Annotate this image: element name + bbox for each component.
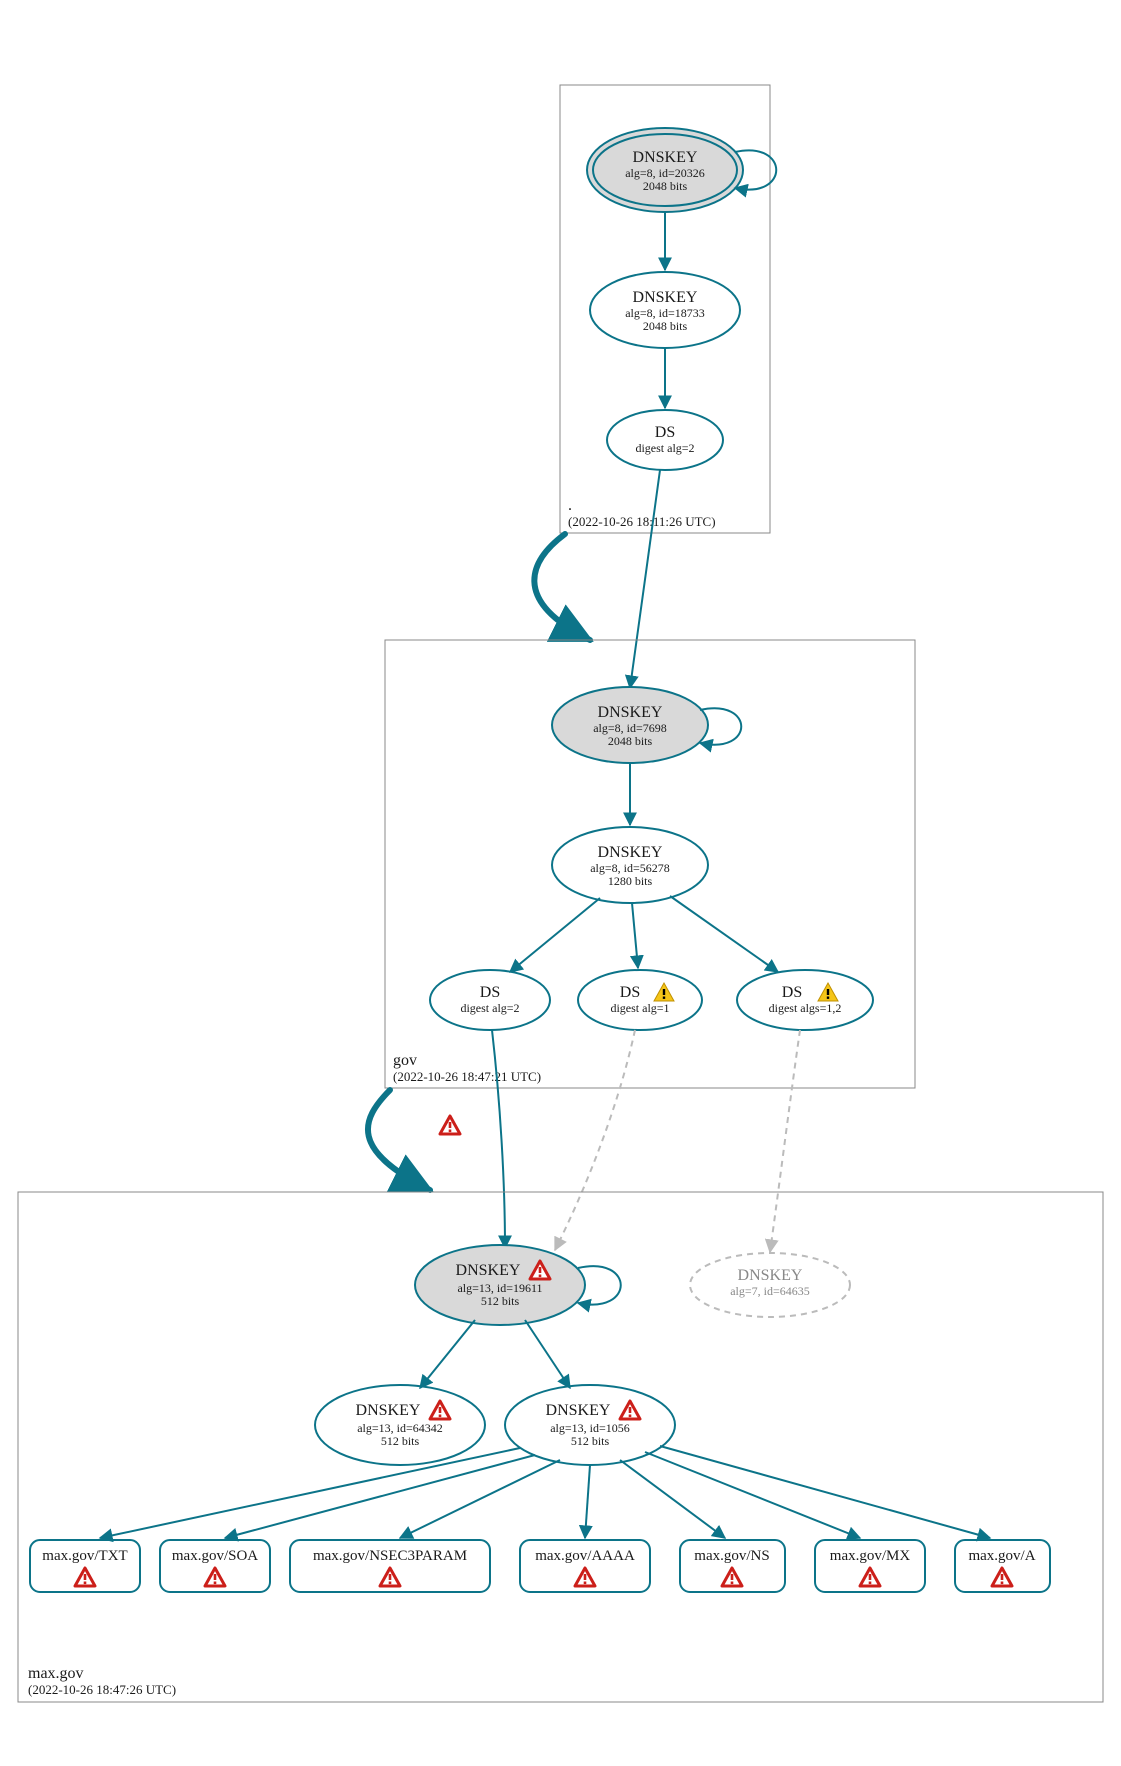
svg-text:2048 bits: 2048 bits (643, 179, 688, 193)
svg-text:DS: DS (620, 984, 640, 1001)
error-icon (440, 1116, 460, 1134)
svg-text:alg=13, id=64342: alg=13, id=64342 (357, 1421, 443, 1435)
record-txt[interactable]: max.gov/TXT (30, 1540, 140, 1592)
node-gov-ds1[interactable]: DS digest alg=2 (430, 970, 550, 1030)
record-mx[interactable]: max.gov/MX (815, 1540, 925, 1592)
svg-text:512 bits: 512 bits (571, 1434, 610, 1448)
svg-text:max.gov/NS: max.gov/NS (694, 1548, 769, 1564)
edge-ds1-maxksk (492, 1030, 505, 1248)
svg-text:(2022-10-26 18:47:21 UTC): (2022-10-26 18:47:21 UTC) (393, 1069, 541, 1084)
record-ns[interactable]: max.gov/NS (680, 1540, 785, 1592)
svg-text:512 bits: 512 bits (381, 1434, 420, 1448)
record-aaaa[interactable]: max.gov/AAAA (520, 1540, 650, 1592)
svg-text:max.gov/TXT: max.gov/TXT (42, 1548, 127, 1564)
edge-zsk2-nsec (400, 1460, 560, 1538)
svg-text:DNSKEY: DNSKEY (456, 1262, 521, 1279)
record-nsec[interactable]: max.gov/NSEC3PARAM (290, 1540, 490, 1592)
svg-text:alg=8, id=18733: alg=8, id=18733 (625, 306, 705, 320)
edge-zsk2-mx (645, 1452, 860, 1538)
edge-ds3-maxold (770, 1030, 800, 1252)
svg-text:DS: DS (782, 984, 802, 1001)
svg-text:max.gov/NSEC3PARAM: max.gov/NSEC3PARAM (313, 1548, 467, 1564)
node-max-ksk[interactable]: DNSKEY alg=13, id=19611 512 bits (415, 1245, 621, 1325)
node-max-zsk1[interactable]: DNSKEY alg=13, id=64342 512 bits (315, 1385, 485, 1465)
svg-text:alg=13, id=19611: alg=13, id=19611 (457, 1281, 542, 1295)
svg-text:DNSKEY: DNSKEY (598, 704, 663, 721)
svg-text:1280 bits: 1280 bits (608, 874, 653, 888)
edge-zsk2-aaaa (585, 1465, 590, 1538)
svg-text:alg=8, id=7698: alg=8, id=7698 (593, 721, 667, 735)
svg-text:DNSKEY: DNSKEY (633, 149, 698, 166)
edge-ds2-maxksk (555, 1030, 635, 1250)
edge-rootds-govksk (630, 470, 660, 688)
svg-text:max.gov/A: max.gov/A (968, 1548, 1035, 1564)
zone-root-label: . (568, 497, 572, 514)
node-root-ds[interactable]: DS digest alg=2 (607, 410, 723, 470)
node-root-ksk[interactable]: DNSKEY alg=8, id=20326 2048 bits (587, 128, 776, 212)
svg-text:digest alg=1: digest alg=1 (610, 1001, 669, 1015)
svg-text:alg=13, id=1056: alg=13, id=1056 (550, 1421, 630, 1435)
node-gov-ds3[interactable]: DS digest algs=1,2 (737, 970, 873, 1030)
edge-gov-to-max-thick (368, 1090, 430, 1190)
svg-text:digest alg=2: digest alg=2 (460, 1001, 519, 1015)
svg-text:max.gov/SOA: max.gov/SOA (172, 1548, 258, 1564)
node-gov-ds2[interactable]: DS digest alg=1 (578, 970, 702, 1030)
svg-text:alg=8, id=56278: alg=8, id=56278 (590, 861, 670, 875)
svg-text:alg=7, id=64635: alg=7, id=64635 (730, 1284, 810, 1298)
svg-text:2048 bits: 2048 bits (643, 319, 688, 333)
svg-text:512 bits: 512 bits (481, 1294, 520, 1308)
edge-govzsk-ds3 (670, 896, 778, 972)
svg-text:max.gov/MX: max.gov/MX (830, 1548, 911, 1564)
edge-govzsk-ds2 (632, 903, 638, 968)
svg-text:alg=8, id=20326: alg=8, id=20326 (625, 166, 705, 180)
svg-text:DNSKEY: DNSKEY (356, 1402, 421, 1419)
edge-root-to-gov-thick (534, 534, 590, 640)
node-max-old[interactable]: DNSKEY alg=7, id=64635 (690, 1253, 850, 1317)
svg-text:DNSKEY: DNSKEY (633, 289, 698, 306)
edge-govzsk-ds1 (510, 898, 600, 972)
node-gov-zsk[interactable]: DNSKEY alg=8, id=56278 1280 bits (552, 827, 708, 903)
svg-text:max.gov/AAAA: max.gov/AAAA (535, 1548, 635, 1564)
svg-text:DNSKEY: DNSKEY (738, 1267, 803, 1284)
svg-text:digest alg=2: digest alg=2 (635, 441, 694, 455)
edge-maxksk-zsk1 (420, 1320, 475, 1388)
node-root-zsk[interactable]: DNSKEY alg=8, id=18733 2048 bits (590, 272, 740, 348)
svg-text:DNSKEY: DNSKEY (598, 844, 663, 861)
svg-text:DNSKEY: DNSKEY (546, 1402, 611, 1419)
zone-gov-label: gov (393, 1052, 417, 1069)
edge-maxksk-zsk2 (525, 1320, 570, 1388)
edge-zsk2-txt (100, 1448, 520, 1538)
zone-maxgov-label: max.gov (28, 1665, 84, 1682)
svg-text:digest algs=1,2: digest algs=1,2 (769, 1001, 842, 1015)
node-gov-ksk[interactable]: DNSKEY alg=8, id=7698 2048 bits (552, 687, 741, 763)
record-soa[interactable]: max.gov/SOA (160, 1540, 270, 1592)
edge-zsk2-soa (225, 1455, 535, 1538)
svg-text:2048 bits: 2048 bits (608, 734, 653, 748)
record-a[interactable]: max.gov/A (955, 1540, 1050, 1592)
edge-zsk2-ns (620, 1460, 725, 1538)
svg-text:DS: DS (655, 424, 675, 441)
svg-text:DS: DS (480, 984, 500, 1001)
svg-text:(2022-10-26 18:47:26 UTC): (2022-10-26 18:47:26 UTC) (28, 1682, 176, 1697)
zone-root-ts: (2022-10-26 18:11:26 UTC) (568, 514, 716, 529)
